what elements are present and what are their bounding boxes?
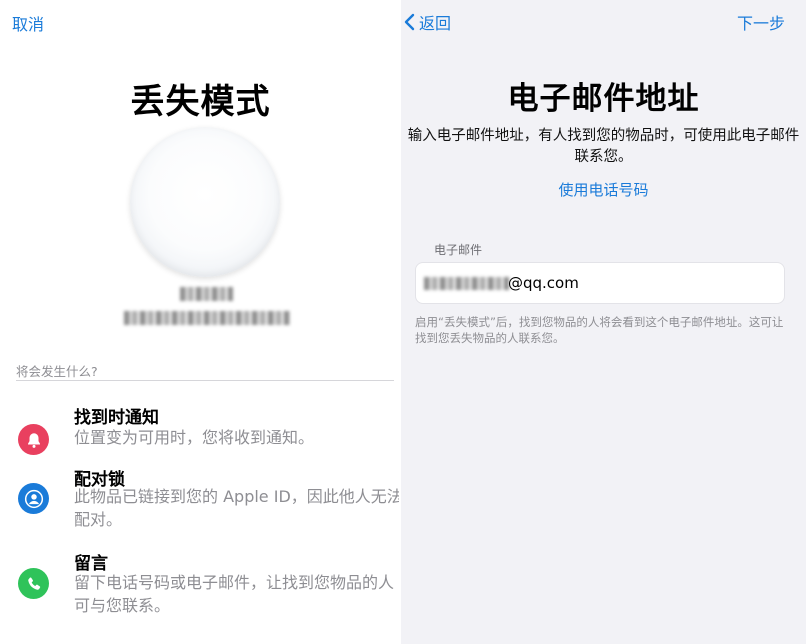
page-title: 丢失模式 [130,82,271,122]
email-footnote: 启用“丢失模式”后，找到您物品的人将会看到这个电子邮件地址。这可让找到您丢失物品… [415,315,784,345]
use-phone-number-link[interactable]: 使用电话号码 [401,179,806,200]
feature-description: 此物品已链接到您的 Apple ID，因此他人无法配对。 [74,487,401,529]
device-serial-redacted [124,311,290,325]
email-field-value: @qq.com [508,274,579,292]
email-username-redacted [424,277,509,290]
chevron-left-icon [404,13,415,31]
email-field-label: 电子邮件 [434,243,483,257]
lost-mode-screen: 取消 丢失模式 将会发生什么? 找到时通知 位置变为可用时，您将收到通知。 配对… [0,0,401,644]
section-divider [16,380,394,381]
device-name-redacted [180,287,233,301]
email-address-screen: 电子邮件地址 输入电子邮件地址，有人找到您的物品时，可使用此电子邮件联系您。 使… [401,0,806,644]
page-description: 输入电子邮件地址，有人找到您的物品时，可使用此电子邮件联系您。 [407,128,800,165]
back-button[interactable]: 返回 [403,10,451,34]
next-button[interactable]: 下一步 [737,10,785,34]
page-title: 电子邮件地址 [507,81,700,117]
bell-icon [18,424,49,455]
phone-icon [18,568,49,599]
feature-description: 留下电话号码或电子邮件，让找到您物品的人可与您联系。 [74,573,395,615]
person-icon [18,483,49,514]
feature-description: 位置变为可用时，您将收到通知。 [74,428,315,447]
airtag-image [130,127,280,277]
feature-title: 找到时通知 [74,408,159,428]
back-button-label: 返回 [419,14,452,33]
cancel-button[interactable]: 取消 [12,11,44,35]
section-header: 将会发生什么? [16,364,98,379]
email-field[interactable]: @qq.com [415,262,785,304]
